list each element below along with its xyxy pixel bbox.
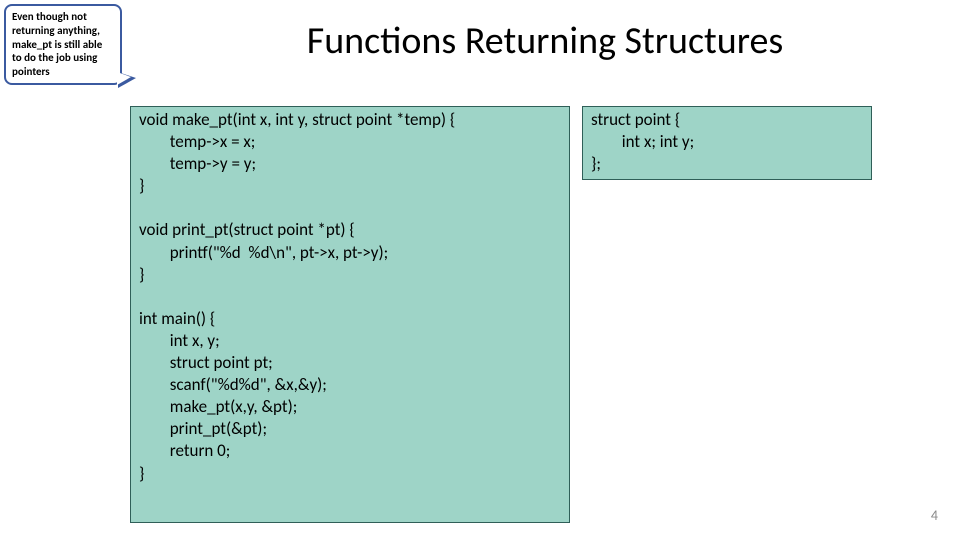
page-number: 4 bbox=[931, 507, 938, 524]
callout-tail-fill bbox=[117, 72, 131, 85]
callout-text: Even though not returning anything, make… bbox=[12, 10, 102, 78]
code-block-main: void make_pt(int x, int y, struct point … bbox=[130, 106, 570, 523]
slide-title: Functions Returning Structures bbox=[170, 18, 920, 64]
callout-box: Even though not returning anything, make… bbox=[4, 4, 122, 85]
code-block-struct: struct point { int x; int y; }; bbox=[582, 106, 872, 180]
